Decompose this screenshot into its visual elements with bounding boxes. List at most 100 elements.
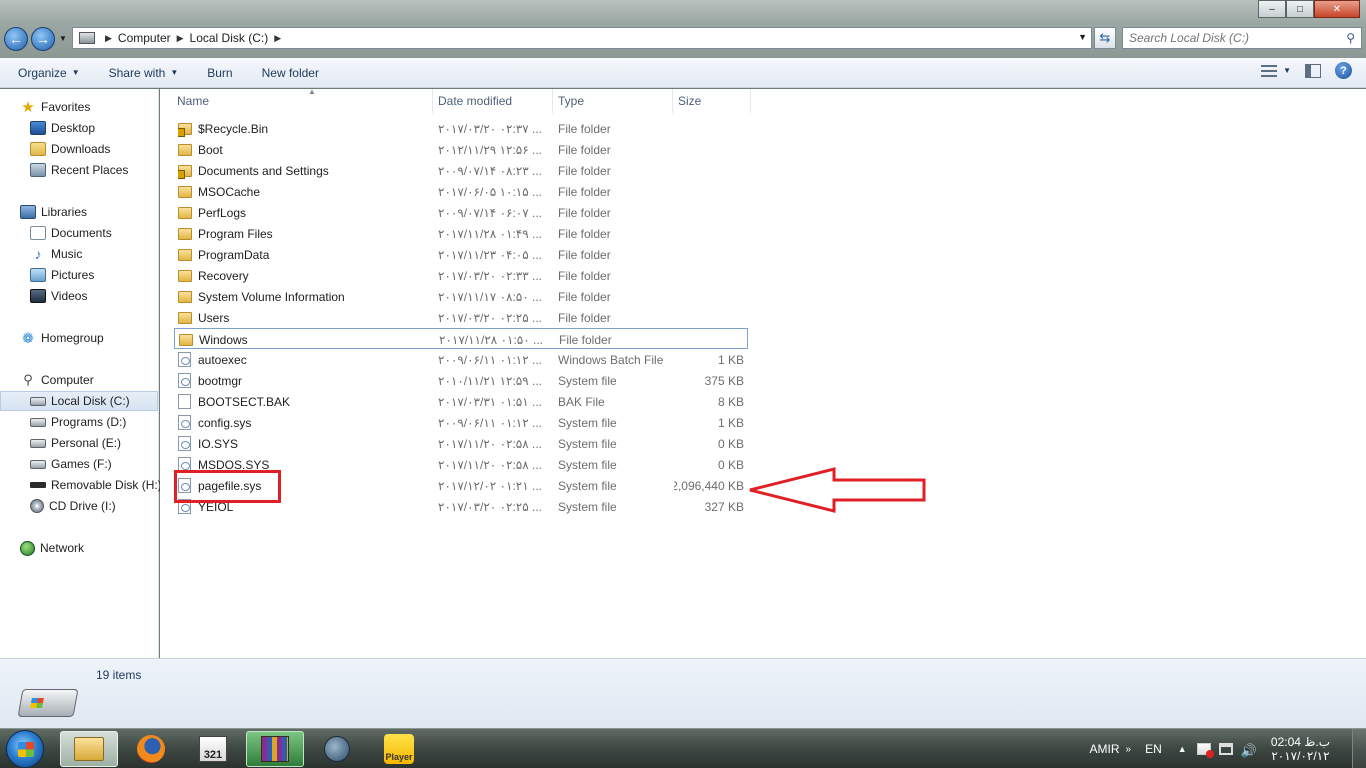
- nav-homegroup[interactable]: ❁ Homegroup: [0, 328, 158, 348]
- file-list: Name ▲ Date modified Type Size $Recycle.B…: [160, 87, 1366, 658]
- file-date-modified: ۲۰۰۹/۰۶/۱۱ ۰۱:۱۲ ...: [438, 352, 543, 367]
- chevron-right-icon[interactable]: ▶: [177, 33, 184, 44]
- nav-computer[interactable]: ⚲ Computer: [0, 370, 158, 390]
- file-size: [674, 223, 744, 244]
- search-icon[interactable]: ⚲: [1346, 31, 1355, 45]
- help-icon[interactable]: ?: [1335, 62, 1352, 79]
- nav-network[interactable]: Network: [0, 538, 158, 558]
- taskbar-321-player[interactable]: 321: [184, 731, 242, 767]
- file-row[interactable]: Users ۲۰۱۷/۰۳/۲۰ ۰۲:۲۵ ... File folder: [174, 307, 748, 328]
- file-type: File folder: [558, 289, 611, 304]
- taskbar-firefox[interactable]: [122, 731, 180, 767]
- nav-desktop[interactable]: Desktop: [0, 118, 158, 138]
- file-row[interactable]: Program Files ۲۰۱۷/۱۱/۲۸ ۰۱:۴۹ ... File fo…: [174, 223, 748, 244]
- taskbar-winrar[interactable]: [246, 731, 304, 767]
- file-row[interactable]: config.sys ۲۰۰۹/۰۶/۱۱ ۰۱:۱۲ ... System fil…: [174, 412, 748, 433]
- address-bar[interactable]: ▶ Computer ▶ Local Disk (C:) ▶ ▼: [72, 27, 1092, 49]
- breadcrumb-computer[interactable]: Computer: [118, 31, 171, 45]
- share-with-button[interactable]: Share with ▼: [91, 66, 190, 80]
- file-row[interactable]: BOOTSECT.BAK ۲۰۱۷/۰۳/۳۱ ۰۱:۵۱ ... BAK File…: [174, 391, 748, 412]
- breadcrumb-local-disk[interactable]: Local Disk (C:): [190, 31, 269, 45]
- show-desktop-button[interactable]: [1352, 729, 1366, 768]
- nav-favorites[interactable]: ★ Favorites: [0, 97, 158, 117]
- back-button[interactable]: ←: [4, 27, 28, 51]
- taskbar-media-center[interactable]: [308, 731, 366, 767]
- nav-downloads[interactable]: Downloads: [0, 139, 158, 159]
- clock[interactable]: 02:04 ب.ظ ۲۰۱۷/۰۲/۱۲: [1271, 735, 1330, 763]
- close-button[interactable]: ✕: [1314, 0, 1360, 18]
- file-row[interactable]: Recovery ۲۰۱۷/۰۳/۲۰ ۰۲:۳۳ ... File folder: [174, 265, 748, 286]
- chevron-down-icon: ▼: [71, 68, 80, 77]
- address-dropdown-icon[interactable]: ▼: [1078, 32, 1087, 42]
- nav-drive-f[interactable]: Games (F:): [0, 454, 158, 474]
- file-row[interactable]: IO.SYS ۲۰۱۷/۱۱/۲۰ ۰۲:۵۸ ... System file 0 K…: [174, 433, 748, 454]
- nav-drive-e[interactable]: Personal (E:): [0, 433, 158, 453]
- file-row[interactable]: bootmgr ۲۰۱۰/۱۱/۲۱ ۱۲:۵۹ ... System file 37…: [174, 370, 748, 391]
- file-date-modified: ۲۰۱۷/۰۳/۲۰ ۰۲:۲۵ ...: [438, 310, 543, 325]
- nav-documents[interactable]: Documents: [0, 223, 158, 243]
- change-view-icon[interactable]: [1261, 64, 1278, 77]
- organize-button[interactable]: Organize ▼: [0, 66, 91, 80]
- start-button[interactable]: [6, 730, 44, 768]
- nav-drive-c[interactable]: Local Disk (C:): [0, 391, 158, 411]
- windows-logo-icon: [18, 742, 34, 757]
- column-header-size[interactable]: Size: [673, 89, 751, 113]
- nav-drive-d[interactable]: Programs (D:): [0, 412, 158, 432]
- file-type: File folder: [558, 142, 611, 157]
- file-size: 375 KB: [704, 373, 744, 388]
- column-header-type[interactable]: Type: [553, 89, 673, 113]
- nav-drive-h[interactable]: Removable Disk (H:): [0, 475, 162, 495]
- chevron-right-icon[interactable]: ▶: [274, 33, 281, 44]
- file-row[interactable]: Windows ۲۰۱۷/۱۱/۲۸ ۰۱:۵۰ ... File folder: [174, 328, 748, 349]
- file-name: MSOCache: [198, 184, 261, 199]
- file-type: File folder: [558, 268, 611, 283]
- network-status-icon[interactable]: [1218, 743, 1233, 755]
- file-row[interactable]: System Volume Information ۲۰۱۷/۱۱/۱۷ ۰۸:۵…: [174, 286, 748, 307]
- show-hidden-icons-icon[interactable]: ▲: [1178, 744, 1187, 754]
- taskbar-explorer[interactable]: [60, 731, 118, 767]
- nav-pictures[interactable]: Pictures: [0, 265, 158, 285]
- new-folder-button[interactable]: New folder: [244, 66, 330, 80]
- recent-pages-dropdown[interactable]: ▼: [59, 34, 67, 43]
- network-icon: [20, 540, 35, 556]
- file-size: [674, 202, 744, 223]
- view-options-chevron-icon[interactable]: ▼: [1283, 66, 1291, 75]
- file-row[interactable]: autoexec ۲۰۰۹/۰۶/۱۱ ۰۱:۱۲ ... Windows Batc…: [174, 349, 748, 370]
- file-name: PerfLogs: [198, 205, 247, 220]
- refresh-button[interactable]: ⇆: [1094, 27, 1116, 49]
- nav-recent-places[interactable]: Recent Places: [0, 160, 158, 180]
- search-box[interactable]: ⚲: [1122, 27, 1362, 49]
- search-input[interactable]: [1129, 31, 1339, 45]
- minimize-button[interactable]: –: [1258, 0, 1286, 18]
- file-row[interactable]: MSOCache ۲۰۱۷/۰۶/۰۵ ۱۰:۱۵ ... File folder: [174, 181, 748, 202]
- file-row[interactable]: $Recycle.Bin ۲۰۱۷/۰۳/۲۰ ۰۲:۳۷ ... File fol…: [174, 118, 748, 139]
- burn-button[interactable]: Burn: [189, 66, 243, 80]
- language-indicator[interactable]: EN: [1145, 742, 1162, 756]
- folder-icon: [178, 185, 192, 198]
- column-header-name[interactable]: Name ▲: [172, 87, 433, 113]
- forward-button[interactable]: →: [31, 27, 55, 51]
- file-row[interactable]: PerfLogs ۲۰۰۹/۰۷/۱۴ ۰۶:۰۷ ... File folder: [174, 202, 748, 223]
- nav-videos[interactable]: Videos: [0, 286, 158, 306]
- action-center-flag-icon[interactable]: [1196, 743, 1214, 758]
- file-row[interactable]: Boot ۲۰۱۲/۱۱/۲۹ ۱۲:۵۶ ... File folder: [174, 139, 748, 160]
- file-icon-cell: [178, 349, 194, 370]
- chevron-right-icon[interactable]: ▶: [105, 33, 112, 44]
- nav-label: Games (F:): [51, 457, 112, 471]
- column-header-date[interactable]: Date modified: [433, 89, 553, 113]
- file-size: 327 KB: [704, 499, 744, 514]
- file-row[interactable]: ProgramData ۲۰۱۷/۱۱/۲۳ ۰۴:۰۵ ... File fold…: [174, 244, 748, 265]
- explorer-icon: [74, 737, 104, 761]
- file-name: Program Files: [198, 226, 273, 241]
- file-row[interactable]: Documents and Settings ۲۰۰۹/۰۷/۱۴ ۰۸:۲۳ .…: [174, 160, 748, 181]
- preview-pane-icon[interactable]: [1305, 63, 1321, 78]
- volume-icon[interactable]: 🔊: [1241, 743, 1257, 758]
- maximize-button[interactable]: □: [1286, 0, 1314, 18]
- tray-user[interactable]: AMIR: [1090, 742, 1120, 756]
- nav-music[interactable]: ♪ Music: [0, 244, 158, 264]
- nav-label: Downloads: [51, 142, 111, 156]
- nav-libraries[interactable]: Libraries: [0, 202, 158, 222]
- taskbar-player[interactable]: Player: [370, 731, 428, 767]
- nav-drive-i[interactable]: CD Drive (I:): [0, 496, 158, 516]
- tray-expand-chevron[interactable]: »: [1126, 744, 1132, 755]
